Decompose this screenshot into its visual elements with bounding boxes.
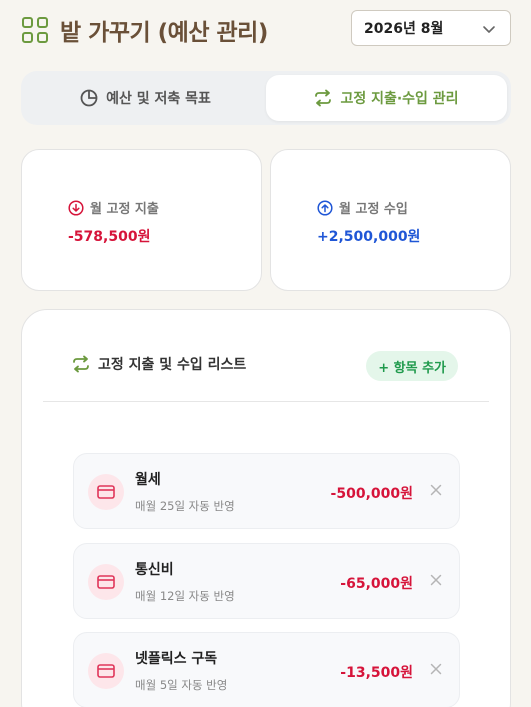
list-item[interactable]: 통신비 매월 12일 자동 반영 -65,000원	[73, 543, 460, 619]
grid-logo-icon	[22, 17, 48, 43]
list-header: 고정 지출 및 수입 리스트	[72, 354, 246, 374]
fixed-income-label: 월 고정 수입	[339, 202, 408, 217]
tab-budget-goals-label: 예산 및 저축 목표	[106, 91, 211, 107]
fixed-expense-label-row: 월 고정 지출	[68, 198, 159, 217]
repeat-icon	[73, 355, 89, 373]
page-title: 밭 가꾸기 (예산 관리)	[60, 20, 268, 46]
divider	[43, 401, 489, 402]
item-amount: -65,000원	[340, 576, 413, 592]
fixed-income-value: +2,500,000원	[317, 229, 421, 245]
item-name: 월세	[135, 472, 161, 488]
credit-card-icon	[88, 474, 124, 510]
list-item[interactable]: 월세 매월 25일 자동 반영 -500,000원	[73, 453, 460, 529]
item-schedule: 매월 5일 자동 반영	[135, 678, 228, 692]
credit-card-icon	[88, 653, 124, 689]
item-schedule: 매월 12일 자동 반영	[135, 589, 235, 603]
fixed-income-card: 월 고정 수입 +2,500,000원	[270, 149, 511, 291]
item-amount: -500,000원	[330, 486, 413, 502]
item-schedule: 매월 25일 자동 반영	[135, 499, 235, 513]
tab-fixed-management[interactable]: 고정 지출·수입 관리	[266, 75, 507, 121]
close-icon[interactable]	[427, 571, 445, 589]
close-icon[interactable]	[427, 481, 445, 499]
list-title: 고정 지출 및 수입 리스트	[98, 357, 247, 373]
fixed-expense-value: -578,500원	[68, 229, 151, 245]
tab-budget-goals[interactable]: 예산 및 저축 목표	[25, 75, 266, 121]
close-icon[interactable]	[427, 660, 445, 678]
item-amount: -13,500원	[340, 665, 413, 681]
repeat-icon	[315, 89, 332, 107]
fixed-list-card: 고정 지출 및 수입 리스트 + 항목 추가 월세 매월 25일 자동 반영 -…	[21, 309, 511, 707]
item-name: 통신비	[135, 562, 174, 578]
tab-fixed-management-label: 고정 지출·수입 관리	[340, 91, 459, 107]
fixed-income-label-row: 월 고정 수입	[317, 198, 408, 217]
item-name: 넷플릭스 구독	[135, 651, 218, 667]
arrow-down-circle-icon	[68, 199, 84, 216]
app: 밭 가꾸기 (예산 관리) 2026년 8월 예산 및 저축 목표 고정 지출·…	[0, 0, 531, 707]
header: 밭 가꾸기 (예산 관리) 2026년 8월	[22, 10, 511, 50]
month-select[interactable]: 2026년 8월	[351, 10, 511, 46]
list-item[interactable]: 넷플릭스 구독 매월 5일 자동 반영 -13,500원	[73, 632, 460, 707]
arrow-up-circle-icon	[317, 199, 333, 216]
pie-chart-icon	[80, 89, 98, 107]
add-item-button[interactable]: + 항목 추가	[366, 351, 458, 381]
month-select-value: 2026년 8월	[364, 21, 444, 37]
fixed-expense-label: 월 고정 지출	[90, 202, 159, 217]
tab-bar: 예산 및 저축 목표 고정 지출·수입 관리	[21, 71, 511, 125]
chevron-down-icon	[483, 26, 495, 33]
credit-card-icon	[88, 564, 124, 600]
fixed-expense-card: 월 고정 지출 -578,500원	[21, 149, 262, 291]
